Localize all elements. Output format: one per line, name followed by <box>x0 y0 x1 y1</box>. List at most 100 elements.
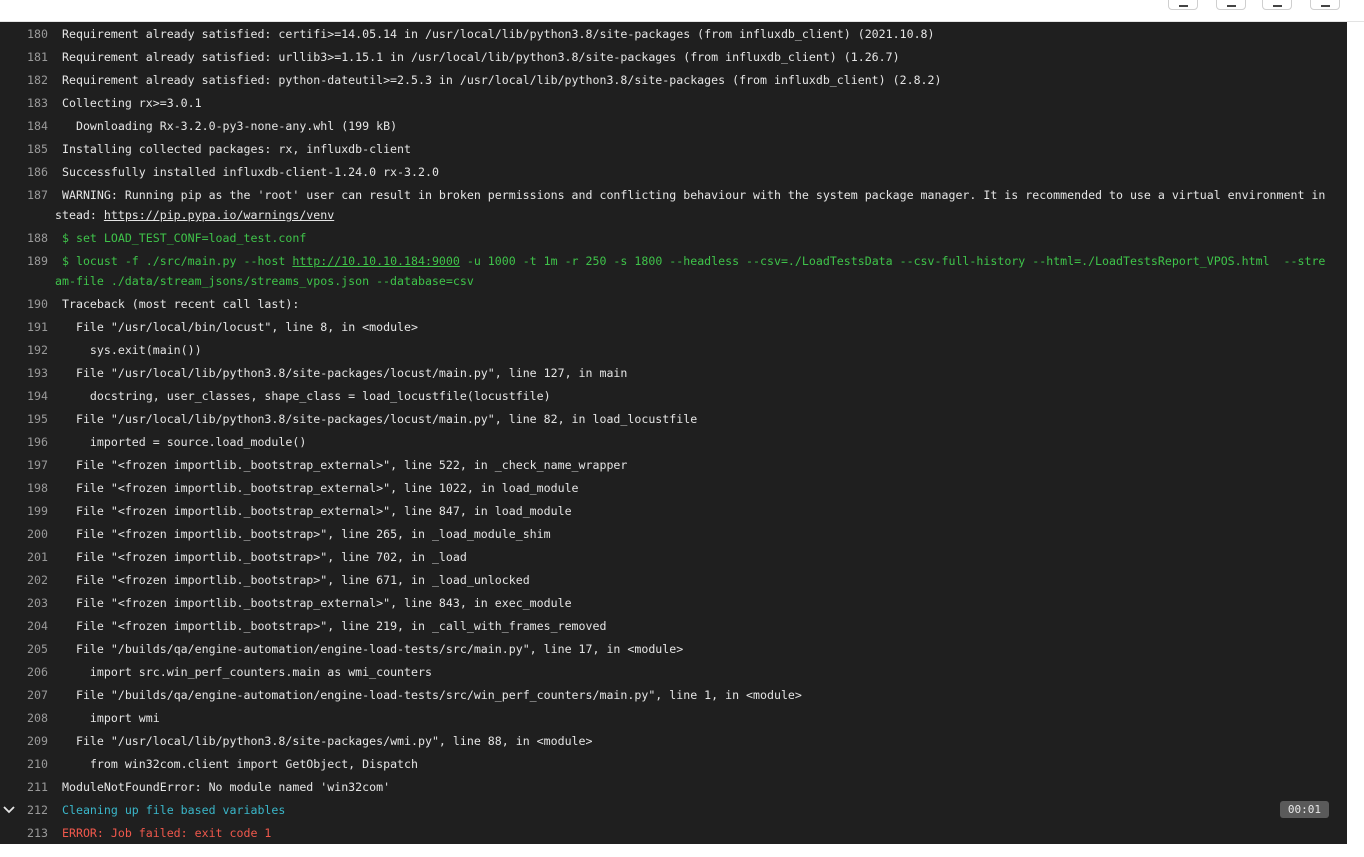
line-number[interactable]: 211 <box>0 777 48 797</box>
scroll-top-button[interactable] <box>1168 0 1198 10</box>
log-text: Cleaning up file based variables <box>62 803 286 817</box>
line-number[interactable]: 207 <box>0 685 48 705</box>
log-text: Requirement already satisfied: urllib3>=… <box>62 50 900 64</box>
log-text: File "/usr/local/bin/locust", line 8, in… <box>62 320 418 334</box>
vertical-scrollbar[interactable] <box>1347 22 1364 844</box>
line-number[interactable]: 196 <box>0 432 48 452</box>
log-line: 187 WARNING: Running pip as the 'root' us… <box>0 185 1347 225</box>
log-line: 200 File "<frozen importlib._bootstrap>"… <box>0 524 1347 544</box>
line-number[interactable]: 197 <box>0 455 48 475</box>
log-link[interactable]: https://pip.pypa.io/warnings/venv <box>104 208 334 222</box>
log-line: 186 Successfully installed influxdb-clien… <box>0 162 1347 182</box>
log-text: from win32com.client import GetObject, D… <box>62 757 418 771</box>
line-number[interactable]: 193 <box>0 363 48 383</box>
scroll-bottom-icon <box>1227 0 1236 7</box>
log-line: 199 File "<frozen importlib._bootstrap_e… <box>0 501 1347 521</box>
log-text: Requirement already satisfied: python-da… <box>62 73 942 87</box>
line-number[interactable]: 185 <box>0 139 48 159</box>
log-line: 209 File "/usr/local/lib/python3.8/site-… <box>0 731 1347 751</box>
line-number[interactable]: 201 <box>0 547 48 567</box>
log-line: 213 ERROR: Job failed: exit code 1 <box>0 823 1347 843</box>
line-number[interactable]: 205 <box>0 639 48 659</box>
log-text: docstring, user_classes, shape_class = l… <box>62 389 551 403</box>
log-text: Collecting rx>=3.0.1 <box>62 96 202 110</box>
log-text: $ locust -f ./src/main.py --host <box>62 254 293 268</box>
log-text: ModuleNotFoundError: No module named 'wi… <box>62 780 391 794</box>
log-text: sys.exit(main()) <box>62 343 202 357</box>
line-number[interactable]: 198 <box>0 478 48 498</box>
log-line: 193 File "/usr/local/lib/python3.8/site-… <box>0 363 1347 383</box>
line-number[interactable]: 189 <box>0 251 48 271</box>
log-line: 181 Requirement already satisfied: urllib… <box>0 47 1347 67</box>
raw-log-button[interactable] <box>1262 0 1292 10</box>
line-number[interactable]: 209 <box>0 731 48 751</box>
erase-log-button[interactable] <box>1310 0 1340 10</box>
log-line: 182 Requirement already satisfied: python… <box>0 70 1347 90</box>
line-number[interactable]: 194 <box>0 386 48 406</box>
log-line: 180 Requirement already satisfied: certif… <box>0 24 1347 44</box>
line-number[interactable]: 182 <box>0 70 48 90</box>
log-text: File "<frozen importlib._bootstrap_exter… <box>62 504 572 518</box>
log-text: Requirement already satisfied: certifi>=… <box>62 27 935 41</box>
line-number[interactable]: 210 <box>0 754 48 774</box>
log-text: File "<frozen importlib._bootstrap>", li… <box>62 619 607 633</box>
log-text: ERROR: Job failed: exit code 1 <box>62 826 272 840</box>
log-line: 185 Installing collected packages: rx, in… <box>0 139 1347 159</box>
log-line: 188 $ set LOAD_TEST_CONF=load_test.conf <box>0 228 1347 248</box>
log-text: Successfully installed influxdb-client-1… <box>62 165 439 179</box>
line-number[interactable]: 190 <box>0 294 48 314</box>
log-line: 205 File "/builds/qa/engine-automation/e… <box>0 639 1347 659</box>
line-number[interactable]: 180 <box>0 24 48 44</box>
log-line: 184 Downloading Rx-3.2.0-py3-none-any.wh… <box>0 116 1347 136</box>
log-line: 196 imported = source.load_module() <box>0 432 1347 452</box>
scroll-top-icon <box>1179 0 1188 7</box>
line-number[interactable]: 208 <box>0 708 48 728</box>
line-number[interactable]: 183 <box>0 93 48 113</box>
job-log-output: 180 Requirement already satisfied: certif… <box>0 22 1347 844</box>
line-number[interactable]: 191 <box>0 317 48 337</box>
line-number[interactable]: 188 <box>0 228 48 248</box>
line-number[interactable]: 200 <box>0 524 48 544</box>
log-line: 189 $ locust -f ./src/main.py --host http… <box>0 251 1347 291</box>
log-line: 191 File "/usr/local/bin/locust", line 8… <box>0 317 1347 337</box>
log-text: Installing collected packages: rx, influ… <box>62 142 412 156</box>
line-number[interactable]: 184 <box>0 116 48 136</box>
log-text: import wmi <box>62 711 160 725</box>
log-text: File "/builds/qa/engine-automation/engin… <box>62 688 802 702</box>
line-number[interactable]: 186 <box>0 162 48 182</box>
line-number[interactable]: 213 <box>0 823 48 843</box>
line-number[interactable]: 192 <box>0 340 48 360</box>
scroll-bottom-button[interactable] <box>1216 0 1246 10</box>
log-line: 195 File "/usr/local/lib/python3.8/site-… <box>0 409 1347 429</box>
line-number[interactable]: 195 <box>0 409 48 429</box>
line-number[interactable]: 206 <box>0 662 48 682</box>
line-number[interactable]: 181 <box>0 47 48 67</box>
log-line: 207 File "/builds/qa/engine-automation/e… <box>0 685 1347 705</box>
line-number[interactable]: 202 <box>0 570 48 590</box>
log-text: Downloading Rx-3.2.0-py3-none-any.whl (1… <box>62 119 398 133</box>
log-line: 192 sys.exit(main()) <box>0 340 1347 360</box>
log-line: 203 File "<frozen importlib._bootstrap_e… <box>0 593 1347 613</box>
log-link[interactable]: http://10.10.10.184:9000 <box>292 254 460 268</box>
log-text: import src.win_perf_counters.main as wmi… <box>62 665 432 679</box>
log-text: File "/usr/local/lib/python3.8/site-pack… <box>62 412 698 426</box>
chevron-down-icon[interactable] <box>3 800 15 820</box>
raw-log-icon <box>1273 0 1282 7</box>
line-number[interactable]: 203 <box>0 593 48 613</box>
log-text: imported = source.load_module() <box>62 435 307 449</box>
page-bottom <box>0 844 1364 857</box>
line-number[interactable]: 187 <box>0 185 48 205</box>
log-text: $ set LOAD_TEST_CONF=load_test.conf <box>62 231 307 245</box>
log-line: 206 import src.win_perf_counters.main as… <box>0 662 1347 682</box>
log-line: 202 File "<frozen importlib._bootstrap>"… <box>0 570 1347 590</box>
log-line: 212 Cleaning up file based variables 00:01 <box>0 800 1347 820</box>
log-line: 204 File "<frozen importlib._bootstrap>"… <box>0 616 1347 636</box>
log-text: File "<frozen importlib._bootstrap>", li… <box>62 573 530 587</box>
line-number[interactable]: 204 <box>0 616 48 636</box>
section-duration-badge: 00:01 <box>1279 801 1329 818</box>
log-text: File "<frozen importlib._bootstrap>", li… <box>62 527 551 541</box>
log-line: 201 File "<frozen importlib._bootstrap>"… <box>0 547 1347 567</box>
log-line: 194 docstring, user_classes, shape_class… <box>0 386 1347 406</box>
log-text: File "<frozen importlib._bootstrap_exter… <box>62 481 579 495</box>
line-number[interactable]: 199 <box>0 501 48 521</box>
